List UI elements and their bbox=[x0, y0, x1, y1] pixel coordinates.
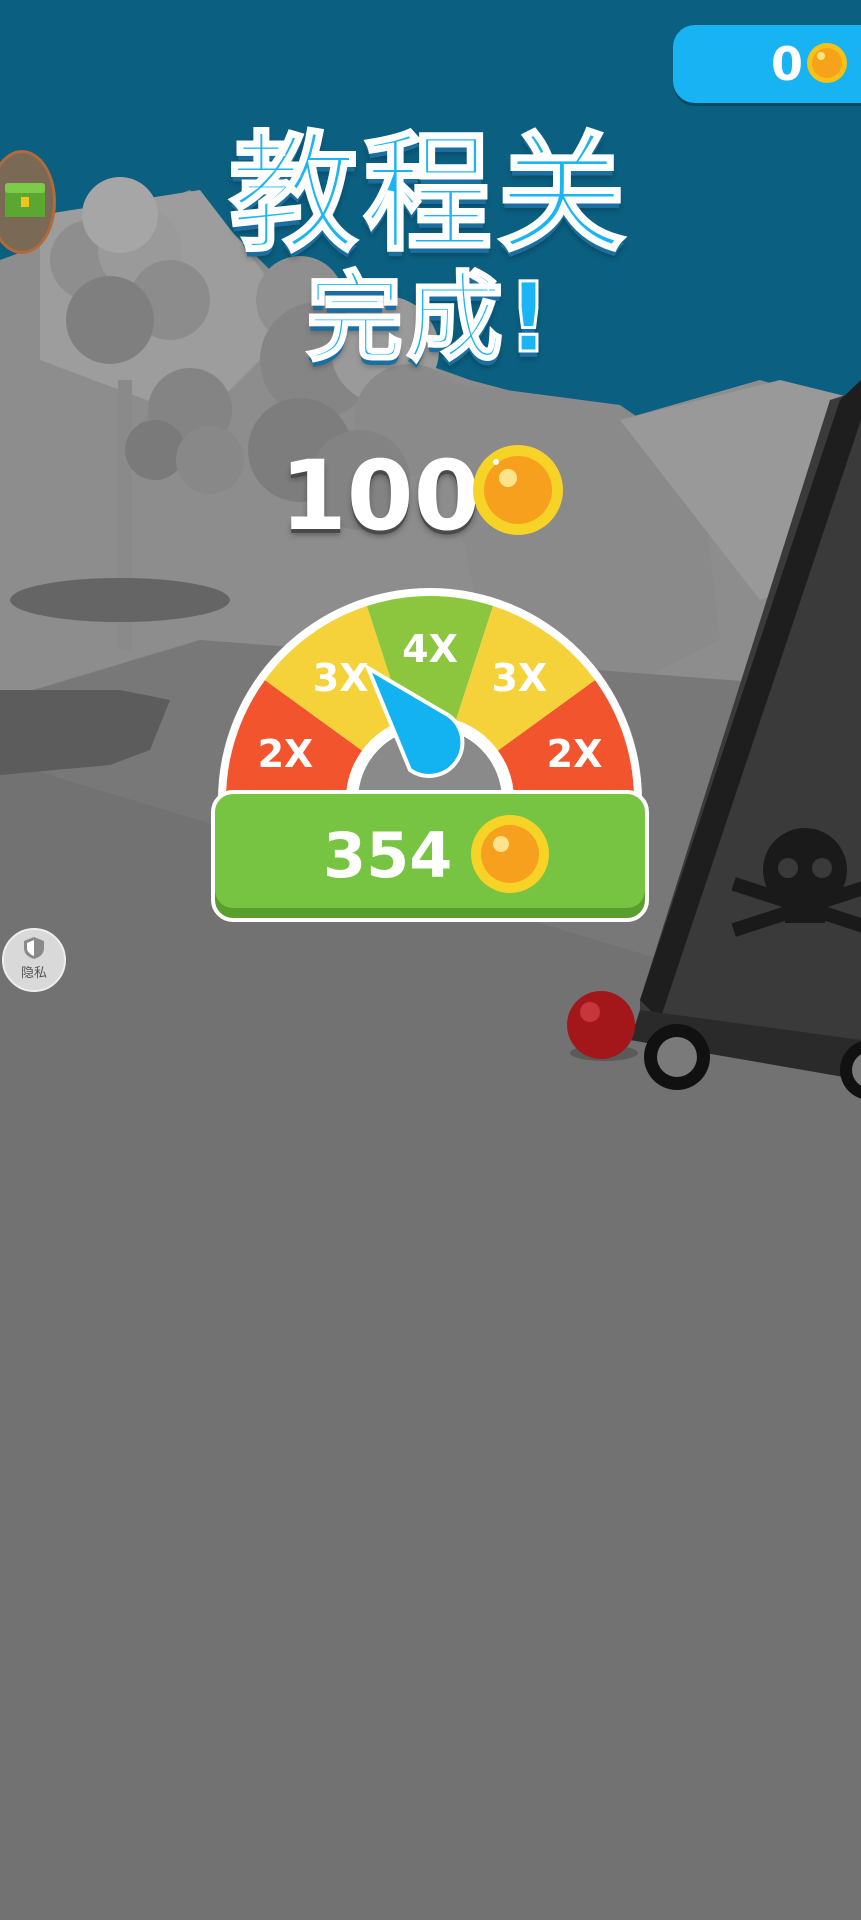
game-scene: 0 教程关 完成! 100 2X 3X 4X 3X 2X 354 隐私 bbox=[0, 0, 861, 1920]
gauge-segment-label: 3X bbox=[491, 656, 547, 700]
coin-icon bbox=[471, 815, 549, 893]
privacy-button[interactable]: 隐私 bbox=[2, 928, 66, 992]
claim-coins-value: 354 bbox=[323, 819, 453, 892]
shield-icon bbox=[24, 937, 44, 959]
gauge-segment-label: 3X bbox=[313, 656, 369, 700]
multiplier-gauge: 2X3X4X3X2X bbox=[218, 588, 642, 800]
gauge-segment-label: 2X bbox=[258, 732, 314, 776]
gauge-segment-label: 4X bbox=[402, 627, 458, 671]
gauge-segment-label: 2X bbox=[547, 732, 603, 776]
claim-multiplied-reward-button[interactable]: 354 bbox=[211, 790, 649, 922]
privacy-label: 隐私 bbox=[20, 966, 47, 981]
